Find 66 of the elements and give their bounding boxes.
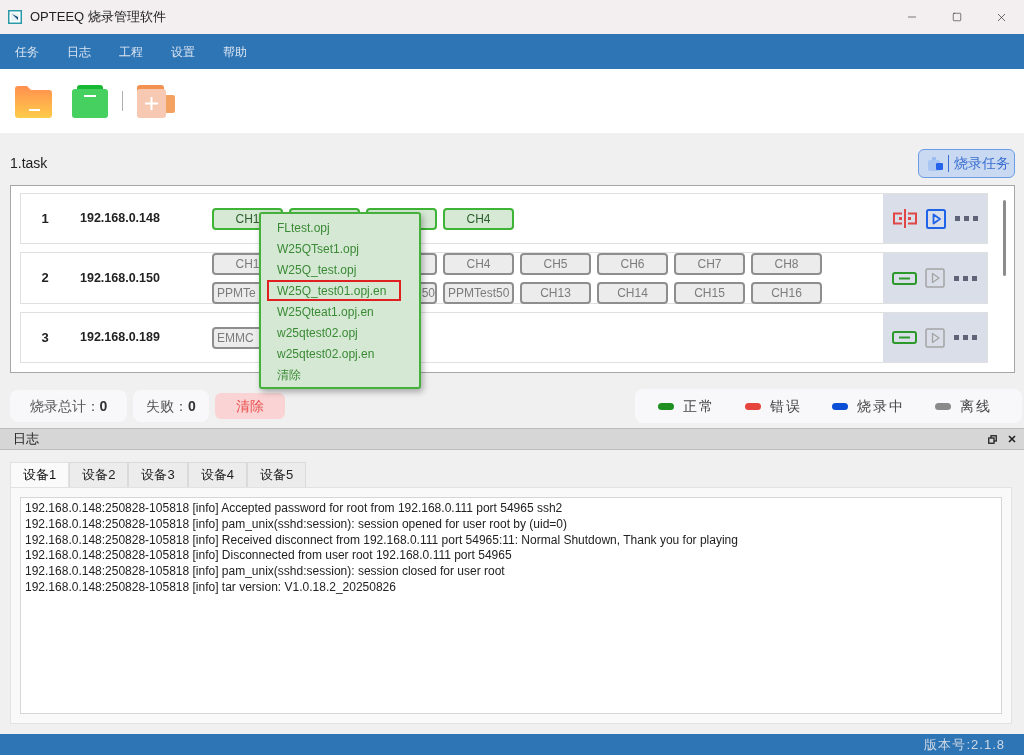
float-icon[interactable] [988,434,997,444]
minus-box-icon[interactable] [892,271,917,285]
log-line: 192.168.0.148:250828-105818 [info] Accepted password for root from 192.168.0.111 port 54965 ssh2 [25,501,563,517]
clear-button[interactable]: 清除 [215,393,285,419]
channel-button[interactable]: CH16 [751,281,822,304]
log-line: 192.168.0.148:250828-105818 [info] pam_unix(sshd:session): session closed for user root [25,564,505,580]
menu-item[interactable]: 任务 [15,42,39,61]
log-line: 192.168.0.148:250828-105818 [info] Received disconnect from 192.168.0.111 port 54965:11: Normal Shutdown, Thank you for playing [25,532,738,549]
scrollbar-thumb[interactable] [1003,200,1006,276]
maximize-icon [951,12,962,22]
device-tab[interactable]: 设备4 [187,462,247,487]
window-title: OPTEEQ 烧录管理软件 [30,8,166,27]
legend-label: 离线 [960,396,992,416]
box-minus-icon[interactable] [72,84,108,118]
row-number: 2 [41,269,49,288]
folder-minus-icon[interactable] [15,84,52,118]
ip-address: 192.168.0.150 [80,269,160,287]
ip-address: 192.168.0.189 [80,329,160,347]
legend-label: 正常 [683,396,715,416]
minus-box-icon[interactable] [892,331,917,344]
menu-item[interactable]: 日志 [67,42,91,61]
dock-title: 日志 [13,430,39,449]
channel-button[interactable]: CH4 [443,252,514,275]
counter-text: 烧录总计：0 [29,396,108,416]
more-icon[interactable] [954,335,977,340]
box-plus-icon[interactable] [137,84,175,118]
burn-task-button[interactable]: 烧录任务 [918,149,1015,178]
menu-item[interactable]: 工程 [119,42,143,61]
ip-address: 192.168.0.148 [80,210,160,228]
menu-item[interactable]: 帮助 [223,42,247,61]
split-bracket-icon[interactable] [892,209,918,228]
play-icon[interactable] [925,327,945,348]
menu-option[interactable]: W25Q_test01.opj.en [267,280,401,301]
play-icon[interactable] [926,208,946,229]
device-tab[interactable]: 设备5 [246,462,307,487]
menu-item[interactable]: 设置 [171,42,195,61]
device-tab[interactable]: 设备1 [10,462,70,487]
channel-button[interactable]: CH14 [597,281,668,304]
legend-label: 错误 [770,396,802,416]
channel-button[interactable]: PPMTest50 [443,281,514,304]
more-icon[interactable] [955,216,978,221]
more-icon[interactable] [954,275,977,281]
menu-option[interactable]: W25Qteat1.opj.en [267,301,401,322]
channel-button[interactable]: CH4 [443,207,514,230]
channel-button[interactable]: CH7 [674,252,745,275]
channel-button[interactable]: CH5 [520,252,591,275]
task-name: 1.task [10,154,48,173]
row-number: 1 [41,209,49,228]
menu-option[interactable]: 清除 [267,364,401,385]
channel-button[interactable]: CH6 [597,252,668,275]
version-label: 版本号:2.1.8 [924,735,1005,754]
device-icon [928,156,943,171]
app-logo-icon [8,10,22,24]
channel-button[interactable]: CH13 [520,281,591,304]
counter-text: 失败：0 [146,396,196,416]
play-icon[interactable] [925,268,945,288]
log-line: 192.168.0.148:250828-105818 [info] Disconnected from user root 192.168.0.111 port 54965 [25,548,512,565]
channel-button[interactable]: CH15 [674,281,745,304]
device-tab[interactable]: 设备2 [69,462,129,487]
legend-label: 烧录中 [857,396,905,416]
device-tab[interactable]: 设备3 [128,462,188,487]
row-number: 3 [41,328,49,347]
log-line: 192.168.0.148:250828-105818 [info] tar version: V1.0.18.2_20250826 [25,580,396,596]
close-icon[interactable] [1008,435,1016,443]
channel-button[interactable]: CH8 [751,252,822,275]
log-line: 192.168.0.148:250828-105818 [info] pam_unix(sshd:session): session opened for user root by (uid=0) [25,516,568,533]
